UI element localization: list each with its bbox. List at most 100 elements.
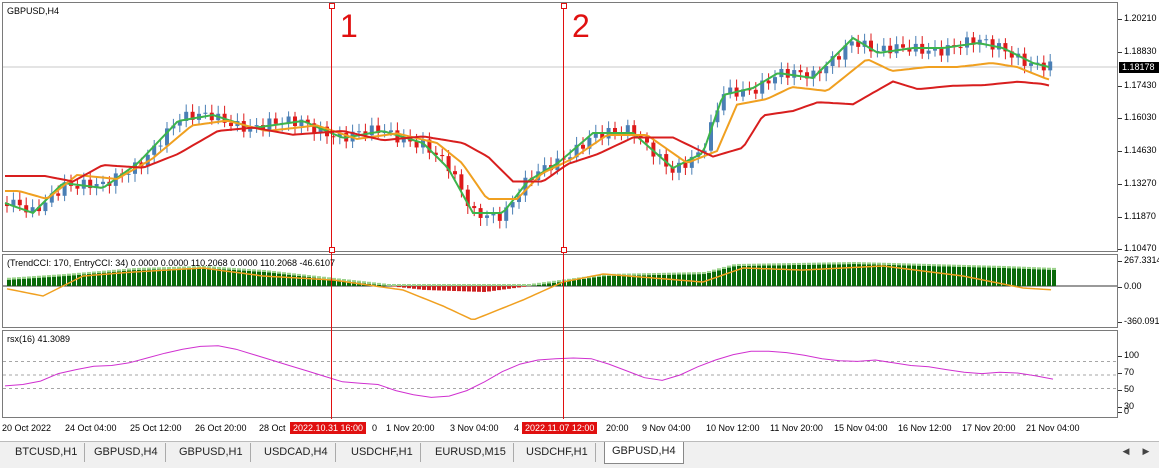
vertical-line-2[interactable] xyxy=(563,4,564,419)
price-chart-pane[interactable]: GBPUSD,H4 xyxy=(2,2,1118,252)
cci-histogram-bar xyxy=(287,275,291,286)
cci-histogram-bar xyxy=(17,279,21,286)
cci-histogram-bar xyxy=(647,275,651,286)
chart-tab-active[interactable]: GBPUSD,H4 xyxy=(604,442,684,464)
cci-histogram-cap xyxy=(727,266,731,268)
chart-tab[interactable]: USDCAD,H4 xyxy=(257,443,336,462)
cci-histogram-bar xyxy=(417,286,421,289)
cci-histogram-cap xyxy=(712,270,716,272)
cci-histogram-cap xyxy=(792,263,796,265)
cci-histogram-bar xyxy=(272,273,276,286)
cci-histogram-cap xyxy=(962,265,966,267)
cci-histogram-bar xyxy=(942,266,946,286)
time-tick: 9 Nov 04:00 xyxy=(642,423,691,433)
vertical-line-1[interactable] xyxy=(331,4,332,419)
cci-histogram-bar xyxy=(262,272,266,286)
cci-histogram-bar xyxy=(922,266,926,286)
cci-histogram-bar xyxy=(192,268,196,286)
candle-body xyxy=(882,46,886,51)
cci-histogram-cap xyxy=(302,274,306,276)
cci-histogram-bar xyxy=(982,267,986,286)
chart-tab[interactable]: GBPUSD,H4 xyxy=(87,443,166,462)
cci-histogram-bar xyxy=(402,286,406,288)
candle-body xyxy=(754,90,758,94)
cci-histogram-cap xyxy=(547,281,551,283)
candle-body xyxy=(159,146,163,147)
vline-handle-bottom[interactable] xyxy=(329,247,335,253)
candle-body xyxy=(485,215,489,218)
cci-histogram-cap xyxy=(92,272,96,274)
cci-histogram-cap xyxy=(647,273,651,275)
cci-histogram-bar xyxy=(792,265,796,286)
price-tick: 1.16030 xyxy=(1124,112,1157,122)
cci-histogram-bar xyxy=(872,265,876,286)
cci-histogram-bar xyxy=(1007,268,1011,286)
cci-histogram-bar xyxy=(622,276,626,286)
cci-histogram-bar xyxy=(172,269,176,286)
cci-histogram-bar xyxy=(832,264,836,286)
vline-handle-top[interactable] xyxy=(329,3,335,9)
cci-histogram-cap xyxy=(417,284,421,286)
cci-histogram-cap xyxy=(1042,268,1046,270)
cci-histogram-bar xyxy=(1017,269,1021,286)
cci-histogram-bar xyxy=(247,271,251,286)
cci-tick: -360.0911 xyxy=(1124,316,1159,326)
price-chart-canvas[interactable] xyxy=(3,3,1117,251)
cci-histogram-cap xyxy=(402,284,406,286)
price-scale[interactable]: 1.20210 1.18830 1.17430 1.16030 1.14630 … xyxy=(1118,2,1159,252)
cci-histogram-bar xyxy=(1022,269,1026,286)
cci-histogram-cap xyxy=(432,284,436,286)
cci-histogram-cap xyxy=(82,272,86,274)
cci-histogram-cap xyxy=(827,262,831,264)
tabs-scroll-left-icon[interactable]: ◀ xyxy=(1120,446,1132,457)
moving-average-slow xyxy=(5,82,1049,182)
cci-histogram-bar xyxy=(252,271,256,286)
candle-body xyxy=(581,145,585,149)
cci-histogram-cap xyxy=(477,284,481,286)
cci-histogram-cap xyxy=(67,274,71,276)
cci-histogram-bar xyxy=(222,269,226,286)
cci-histogram-bar xyxy=(502,286,506,289)
symbol-label: GBPUSD,H4 xyxy=(7,6,59,16)
chart-tab[interactable]: BTCUSD,H1 xyxy=(8,443,85,462)
cci-histogram-bar xyxy=(952,267,956,286)
cci-histogram-cap xyxy=(1012,266,1016,268)
time-tick: 15 Nov 04:00 xyxy=(834,423,888,433)
cci-indicator-pane[interactable]: (TrendCCI: 170, EntryCCI: 34) 0.0000 0.0… xyxy=(2,254,1118,328)
cci-histogram-cap xyxy=(952,265,956,267)
cci-histogram-cap xyxy=(742,264,746,266)
rsx-indicator-pane[interactable]: rsx(16) 41.3089 xyxy=(2,330,1118,418)
cci-histogram-cap xyxy=(247,269,251,271)
tabs-scroll-right-icon[interactable]: ▶ xyxy=(1140,446,1152,457)
vline-handle-top[interactable] xyxy=(561,3,567,9)
cci-scale: 267.3314 0.00 -360.0911 xyxy=(1118,254,1159,328)
chart-tab[interactable]: EURUSD,M15 xyxy=(428,443,514,462)
chart-tab[interactable]: GBPUSD,H1 xyxy=(172,443,251,462)
cci-histogram-cap xyxy=(492,284,496,286)
cci-histogram-bar xyxy=(257,272,261,286)
cci-histogram-bar xyxy=(887,265,891,286)
cci-histogram-bar xyxy=(1052,270,1056,286)
cci-histogram-bar xyxy=(587,278,591,286)
cci-histogram-bar xyxy=(27,278,31,286)
cci-histogram-cap xyxy=(757,264,761,266)
cci-histogram-bar xyxy=(797,265,801,286)
cci-tick: 0.00 xyxy=(1124,281,1142,291)
cci-histogram-bar xyxy=(7,280,11,286)
cci-histogram-bar xyxy=(947,267,951,286)
cci-histogram-cap xyxy=(657,273,661,275)
candle-body xyxy=(1048,61,1052,70)
vline-handle-bottom[interactable] xyxy=(561,247,567,253)
cci-histogram-cap xyxy=(852,262,856,264)
cci-histogram-bar xyxy=(217,269,221,286)
cci-histogram-cap xyxy=(387,284,391,286)
cci-histogram-bar xyxy=(187,268,191,286)
chart-tab[interactable]: USDCHF,H1 xyxy=(519,443,596,462)
cci-histogram-cap xyxy=(977,265,981,267)
cci-histogram-cap xyxy=(47,275,51,277)
candle-body xyxy=(267,118,271,129)
cci-histogram-cap xyxy=(677,273,681,275)
chart-tab[interactable]: USDCHF,H1 xyxy=(344,443,421,462)
time-tick: 24 Oct 04:00 xyxy=(65,423,117,433)
candle-body xyxy=(837,56,841,59)
